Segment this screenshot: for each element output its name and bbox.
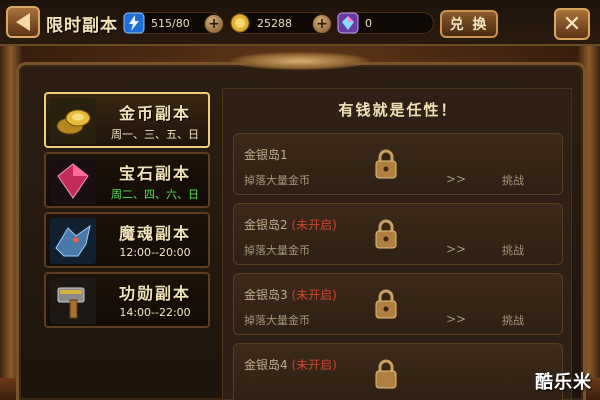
stage-description: 掉落大量金币 [244,244,310,257]
lock-icon [375,219,397,249]
exchange-button[interactable]: 兑 换 [440,10,498,38]
challenge-button[interactable]: 挑战 [502,172,524,188]
add-gold-button[interactable]: + [312,14,332,34]
gem-value: 0 [365,16,372,30]
stage-description: 掉落大量金币 [244,174,310,187]
tab-gold-dungeon[interactable]: 金币副本 周一、三、五、日 [44,92,210,148]
stage-panel: 有钱就是任性！ 金银岛1 掉落大量金币 >> 挑战 金银岛2 (未开启) 掉落大… [222,88,572,400]
tab-name: 金币副本 [118,104,191,123]
dragon-head-icon [50,218,96,264]
ruby-icon [50,158,96,204]
tab-soul-dungeon[interactable]: 魔魂副本 12:00--20:00 [44,212,210,268]
lock-icon [375,359,397,389]
energy-value: 515/80 [151,16,190,30]
stage-name: 金银岛2 (未开启) [244,218,337,232]
stage-item[interactable]: 金银岛3 (未开启) 掉落大量金币 >> 挑战 [233,273,563,335]
tab-name: 宝石副本 [118,164,191,183]
close-icon: ✕ [562,11,582,37]
tab-name: 功勋副本 [118,284,191,303]
tab-gem-dungeon[interactable]: 宝石副本 周二、四、六、日 [44,152,210,208]
stage-item[interactable]: 金银岛2 (未开启) 掉落大量金币 >> 挑战 [233,203,563,265]
stage-name: 金银岛3 (未开启) [244,288,337,302]
lock-icon [375,289,397,319]
tab-schedule: 周二、四、六、日 [111,188,199,201]
tab-schedule: 周一、三、五、日 [111,128,199,141]
lock-icon [375,149,397,179]
stage-item[interactable]: 金银岛1 掉落大量金币 >> 挑战 [233,133,563,195]
gold-coins-icon [50,98,96,144]
stage-name: 金银岛4 (未开启) [244,358,337,372]
back-arrow-icon [16,13,30,31]
stage-name: 金银岛1 [244,148,288,162]
gold-value: 25288 [257,16,292,30]
close-button[interactable]: ✕ [554,8,590,40]
chevron-right-icon: >> [446,242,467,256]
page-title: 限时副本 [46,16,118,36]
panel-title: 有钱就是任性！ [338,101,458,119]
frame-ornament [230,52,370,70]
stage-description: 掉落大量金币 [244,314,310,327]
back-button[interactable] [6,6,40,38]
tab-schedule: 12:00--20:00 [119,246,191,259]
lightning-icon [123,12,145,34]
watermark: 酷乐米 [535,372,592,393]
stage-item[interactable]: 金银岛4 (未开启) [233,343,563,400]
gem-icon [337,12,359,34]
tab-name: 魔魂副本 [118,224,191,243]
tab-schedule: 14:00--22:00 [119,306,191,319]
hammer-icon [50,278,96,324]
chevron-right-icon: >> [446,172,467,186]
add-energy-button[interactable]: + [204,14,224,34]
gem-counter: 0 [337,12,434,34]
challenge-button[interactable]: 挑战 [502,242,524,258]
top-bar: 限时副本 515/80 + 25288 + 0 兑 换 ✕ [0,0,600,46]
tab-merit-dungeon[interactable]: 功勋副本 14:00--22:00 [44,272,210,328]
chevron-right-icon: >> [446,312,467,326]
challenge-button[interactable]: 挑战 [502,312,524,328]
gold-coin-icon [230,13,250,33]
